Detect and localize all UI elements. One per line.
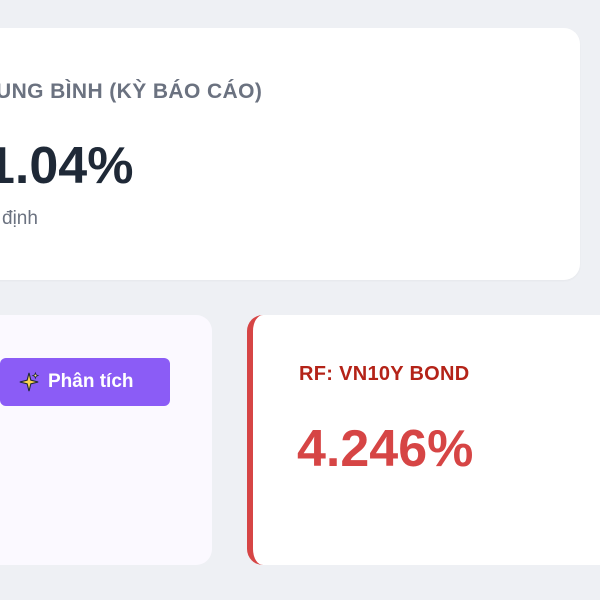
average-return-card: UNG BÌNH (KỲ BÁO CÁO) 1.04% định [0,28,580,280]
risk-free-rate-value: 4.246% [297,420,474,478]
risk-free-rate-label: RF: VN10Y BOND [299,363,470,385]
average-return-subtext: định [2,208,38,229]
analyze-button[interactable]: Phân tích [0,358,170,406]
dashboard-viewport: UNG BÌNH (KỲ BÁO CÁO) 1.04% định Phân tí… [0,0,600,600]
risk-free-rate-card: RF: VN10Y BOND 4.246% [247,315,600,565]
analysis-card: Phân tích [0,315,212,565]
analyze-button-label: Phân tích [48,371,134,392]
average-return-value: 1.04% [0,137,134,195]
average-return-label: UNG BÌNH (KỲ BÁO CÁO) [0,80,263,103]
sparkle-icon [19,371,40,392]
